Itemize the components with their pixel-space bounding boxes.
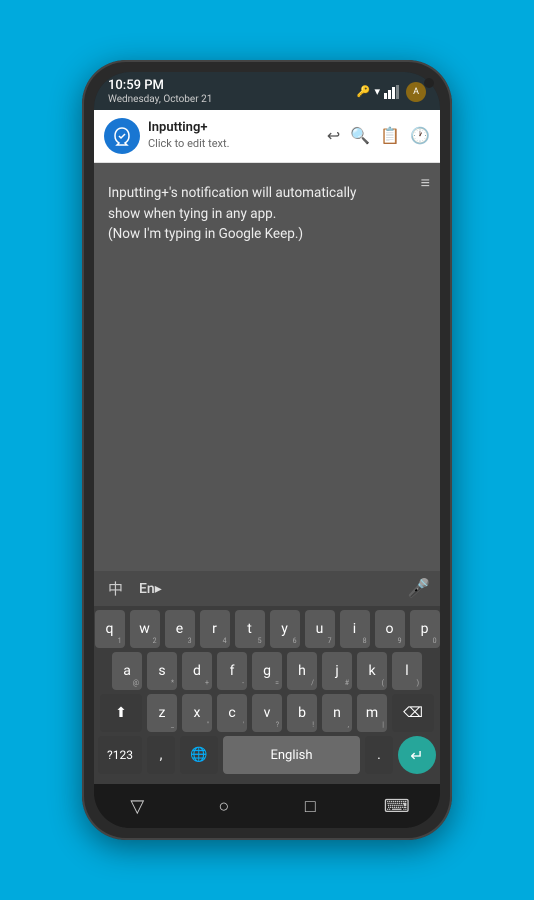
- keyboard-toolbar: 中 En▸ 🎤: [94, 571, 440, 606]
- search-button[interactable]: 🔍: [350, 126, 370, 145]
- space-key[interactable]: English: [223, 736, 360, 774]
- key-b[interactable]: b!: [287, 694, 317, 732]
- key-e[interactable]: e3: [165, 610, 195, 648]
- key-d[interactable]: d+: [182, 652, 212, 690]
- notif-app-name: Inputting+: [148, 120, 319, 137]
- content-text: Inputting+'s notification will automatic…: [108, 183, 426, 246]
- language-button[interactable]: En▸: [139, 581, 162, 597]
- notification-text: Inputting+ Click to edit text.: [148, 120, 319, 151]
- history-button[interactable]: 🕐: [410, 126, 430, 145]
- key-w[interactable]: w2: [130, 610, 160, 648]
- app-icon: [104, 118, 140, 154]
- key-r[interactable]: r4: [200, 610, 230, 648]
- key-m[interactable]: m|: [357, 694, 387, 732]
- key-j[interactable]: j#: [322, 652, 352, 690]
- key-l[interactable]: l): [392, 652, 422, 690]
- camera-dot: [424, 78, 434, 88]
- key-v[interactable]: v?: [252, 694, 282, 732]
- key-s[interactable]: s*: [147, 652, 177, 690]
- keyboard-keys: q1 w2 e3 r4 t5 y6 u7 i8 o9 p0 a@ s* d+ f…: [94, 606, 440, 780]
- key-y[interactable]: y6: [270, 610, 300, 648]
- undo-button[interactable]: ↩: [327, 126, 340, 145]
- key-t[interactable]: t5: [235, 610, 265, 648]
- key-c[interactable]: c': [217, 694, 247, 732]
- notif-actions: ↩ 🔍 📋 🕐: [327, 126, 430, 145]
- key-row-1: q1 w2 e3 r4 t5 y6 u7 i8 o9 p0: [98, 610, 436, 648]
- back-button[interactable]: ▽: [119, 788, 155, 824]
- clipboard-button[interactable]: 📋: [380, 126, 400, 145]
- home-button[interactable]: ○: [206, 788, 242, 824]
- shift-key[interactable]: ⬆: [100, 694, 142, 732]
- content-area: ≡ Inputting+'s notification will automat…: [94, 163, 440, 571]
- status-icons: 🔑 ▾ A: [357, 82, 426, 102]
- numbers-key[interactable]: ?123: [98, 736, 142, 774]
- bottom-nav: ▽ ○ □ ⌨: [94, 784, 440, 828]
- keyboard[interactable]: 中 En▸ 🎤 q1 w2 e3 r4 t5 y6 u7 i8 o9 p0: [94, 571, 440, 784]
- notification-bar[interactable]: Inputting+ Click to edit text. ↩ 🔍 📋 🕐: [94, 110, 440, 163]
- key-q[interactable]: q1: [95, 610, 125, 648]
- key-row-4: ?123 , 🌐 English . ↵: [98, 736, 436, 780]
- avatar: A: [406, 82, 426, 102]
- status-bar: 10:59 PM Wednesday, October 21 🔑 ▾ A: [94, 72, 440, 110]
- period-key[interactable]: .: [365, 736, 393, 774]
- wifi-icon: ▾: [374, 85, 380, 98]
- key-u[interactable]: u7: [305, 610, 335, 648]
- status-date: Wednesday, October 21: [108, 94, 212, 106]
- comma-key[interactable]: ,: [147, 736, 175, 774]
- key-i[interactable]: i8: [340, 610, 370, 648]
- globe-key[interactable]: 🌐: [180, 736, 218, 774]
- key-o[interactable]: o9: [375, 610, 405, 648]
- status-time: 10:59 PM: [108, 78, 212, 94]
- key-x[interactable]: x": [182, 694, 212, 732]
- hamburger-button[interactable]: ≡: [421, 173, 430, 193]
- key-n[interactable]: n,: [322, 694, 352, 732]
- key-row-2: a@ s* d+ f- g= h/ j# k( l): [98, 652, 436, 690]
- key-row-3: ⬆ z_ x" c' v? b! n, m| ⌫: [98, 694, 436, 732]
- key-p[interactable]: p0: [410, 610, 440, 648]
- notif-subtitle: Click to edit text.: [148, 137, 319, 151]
- key-k[interactable]: k(: [357, 652, 387, 690]
- recents-button[interactable]: □: [292, 788, 328, 824]
- phone-frame: 10:59 PM Wednesday, October 21 🔑 ▾ A: [82, 60, 452, 840]
- key-icon: 🔑: [357, 85, 371, 98]
- chinese-char-button[interactable]: 中: [104, 576, 127, 601]
- signal-icon: [384, 85, 402, 99]
- key-h[interactable]: h/: [287, 652, 317, 690]
- delete-key[interactable]: ⌫: [392, 694, 434, 732]
- key-a[interactable]: a@: [112, 652, 142, 690]
- key-z[interactable]: z_: [147, 694, 177, 732]
- status-left: 10:59 PM Wednesday, October 21: [108, 78, 212, 106]
- mic-button[interactable]: 🎤: [408, 578, 430, 599]
- key-f[interactable]: f-: [217, 652, 247, 690]
- key-g[interactable]: g=: [252, 652, 282, 690]
- keyboard-switch-button[interactable]: ⌨: [379, 788, 415, 824]
- enter-key[interactable]: ↵: [398, 736, 436, 774]
- phone-screen: 10:59 PM Wednesday, October 21 🔑 ▾ A: [94, 72, 440, 828]
